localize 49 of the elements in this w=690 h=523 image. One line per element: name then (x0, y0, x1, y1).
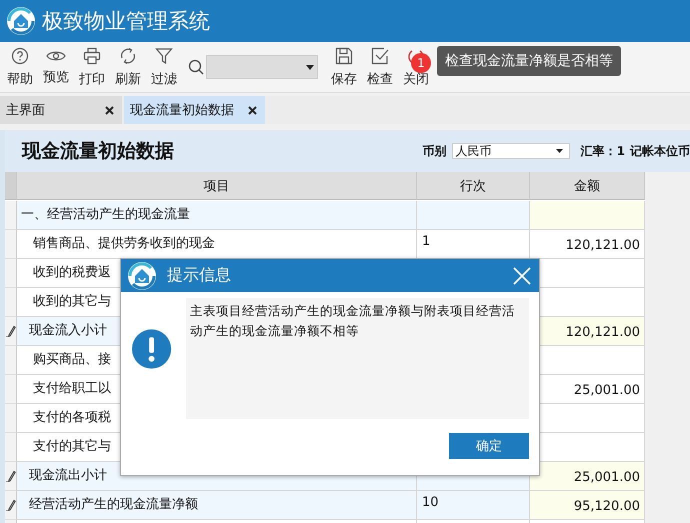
tab-label: 现金流量初始数据 (130, 102, 234, 119)
base-currency-label: 记帐本位币 (630, 142, 690, 160)
toolbar-button[interactable]: 打印 (76, 46, 108, 88)
exchange-rate: 汇率：1 (580, 142, 625, 160)
toolbar-button[interactable]: 保存 (328, 46, 360, 88)
toolbar-button[interactable]: 过滤 (148, 46, 180, 88)
toolbar-button[interactable]: 帮助 (4, 46, 36, 88)
ok-button[interactable]: 确定 (449, 433, 529, 459)
filter-icon (155, 46, 173, 64)
dialog-title: 提示信息 (167, 265, 231, 286)
refresh-icon (119, 46, 137, 64)
table-cell: 经营活动产生的现金流量净额 (17, 491, 417, 520)
column-header: 行次 (417, 172, 530, 200)
app-title: 极致物业管理系统 (42, 8, 210, 35)
pencil-icon (6, 470, 16, 482)
table-cell: 10 (417, 491, 530, 520)
message-text: 主表项目经营活动产生的现金流量净额与附表项目经营活动产生的现金流量净额不相等 (186, 298, 529, 419)
tab[interactable]: 主界面 (0, 96, 122, 124)
tooltip: 检查现金流量净额是否相等 (437, 46, 621, 76)
search-field[interactable] (206, 55, 318, 79)
pencil-icon (6, 499, 16, 511)
search-icon (188, 59, 204, 75)
table-corner (5, 172, 17, 200)
table-cell: 95,120.00 (530, 491, 645, 520)
eye-icon (46, 48, 66, 62)
page-title: 现金流量初始数据 (22, 139, 174, 164)
notification-badge: 1 (411, 53, 431, 73)
currency-select[interactable]: 人民币 (452, 143, 570, 159)
close-icon[interactable] (105, 106, 114, 114)
help-icon (11, 46, 29, 64)
dropdown-arrow-icon (556, 149, 563, 153)
currency-label: 币别 (422, 142, 447, 160)
house-logo-icon (6, 6, 36, 36)
tab-label: 主界面 (6, 102, 45, 119)
close-icon[interactable] (248, 106, 257, 114)
table-cell: 25,001.00 (530, 462, 645, 491)
pencil-icon (6, 325, 16, 337)
tab[interactable]: 现金流量初始数据 (124, 96, 265, 124)
column-header: 项目 (17, 172, 417, 200)
checkbox-icon (371, 46, 389, 64)
dropdown-arrow-icon (306, 65, 314, 70)
save-icon (335, 46, 353, 64)
printer-icon (83, 46, 101, 64)
toolbar-button[interactable]: 检查 (364, 46, 396, 88)
toolbar-button[interactable]: 预览 (40, 48, 72, 86)
table-cell: 一、经营活动产生的现金流量 (17, 201, 417, 230)
exclamation-icon (131, 328, 172, 370)
column-header: 金额 (530, 172, 645, 200)
toolbar-button[interactable]: 刷新 (112, 46, 144, 88)
